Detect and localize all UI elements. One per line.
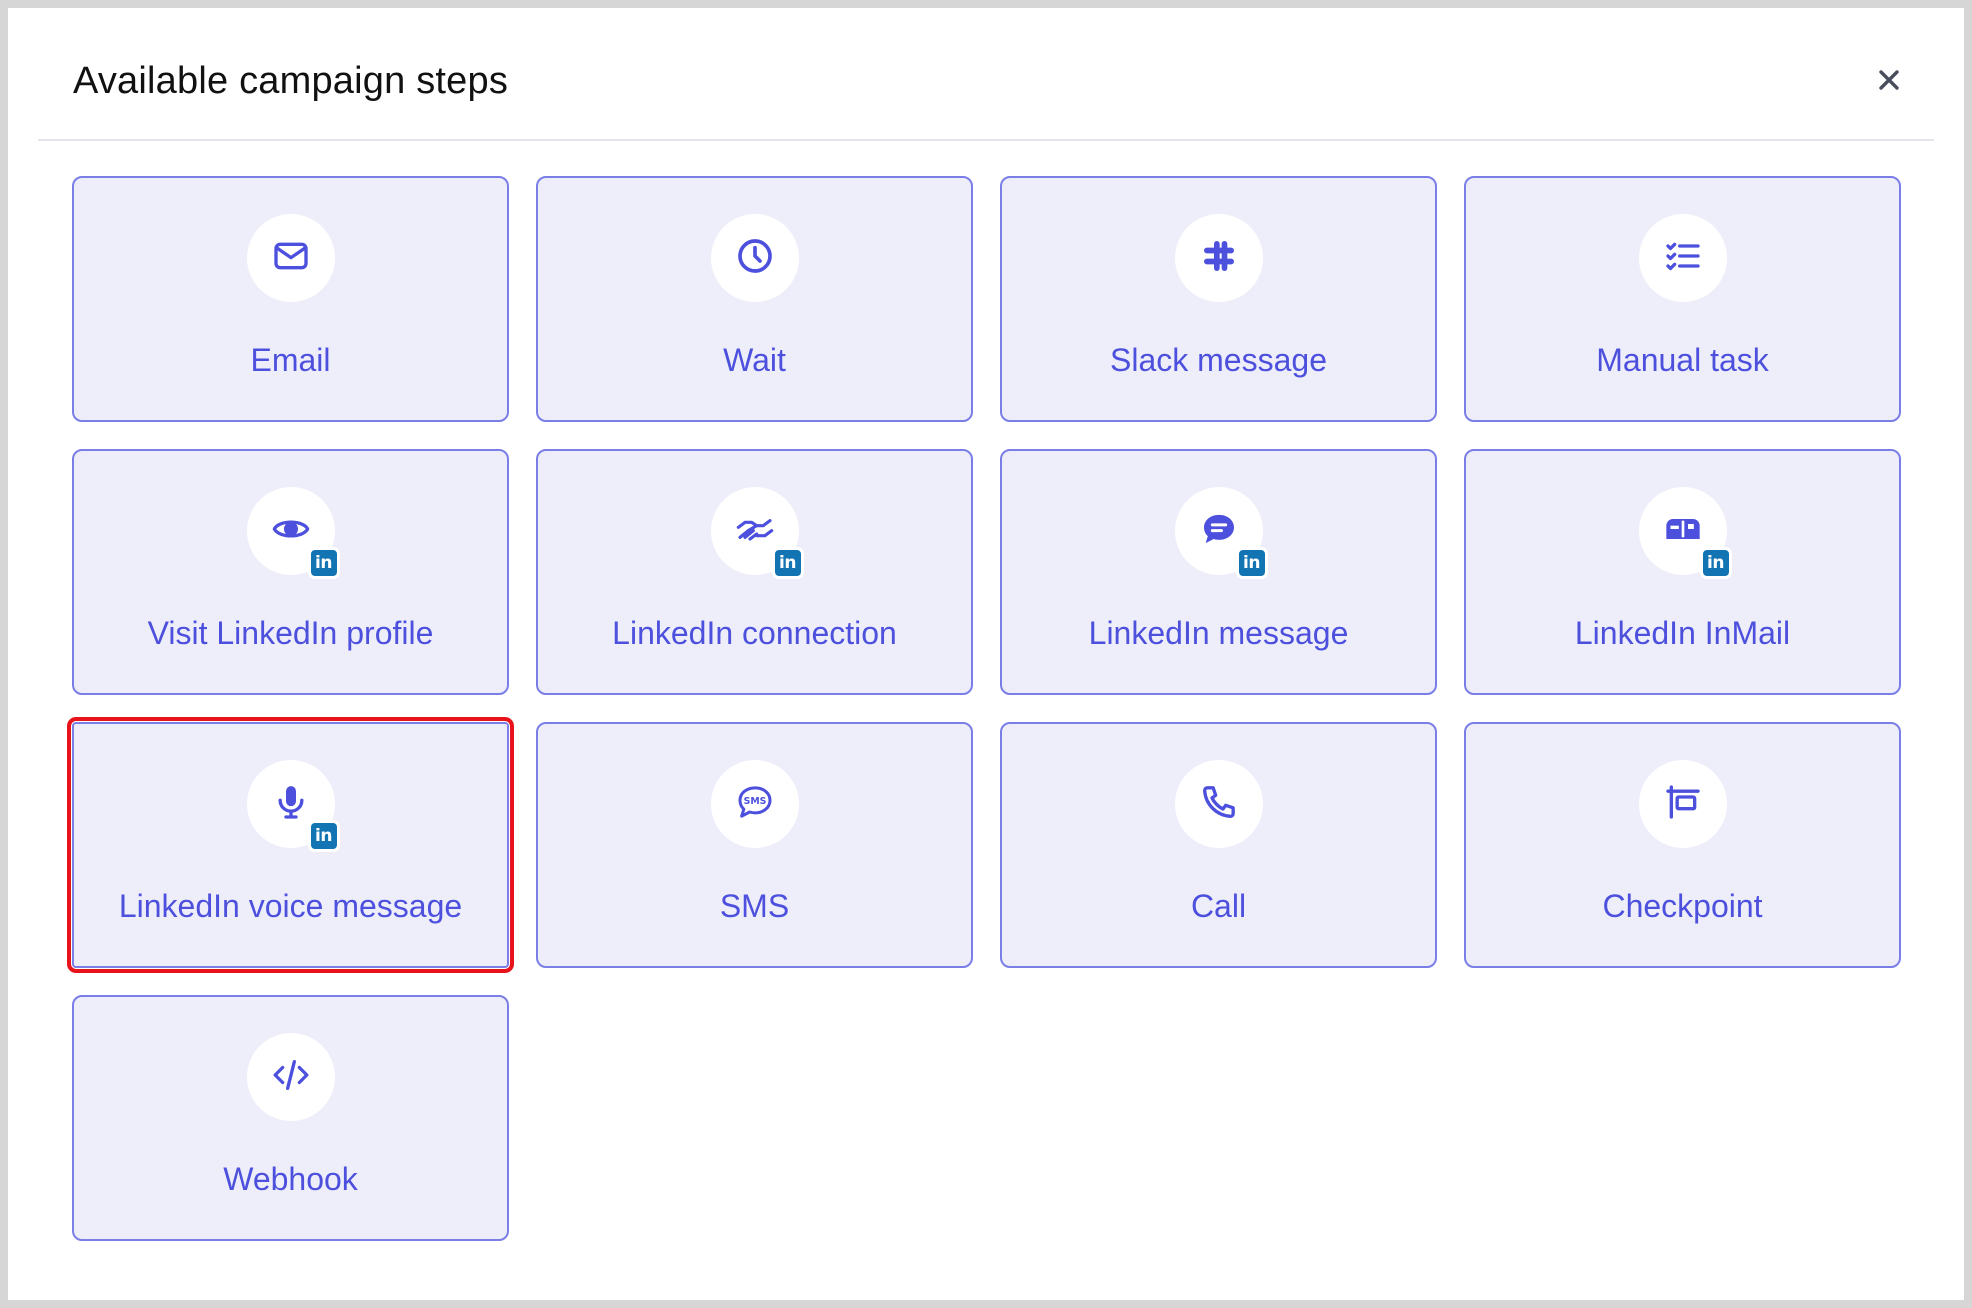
step-label: Slack message xyxy=(1110,342,1327,378)
step-card-slack-message[interactable]: Slack message xyxy=(1000,176,1437,422)
step-label: Manual task xyxy=(1596,342,1769,378)
step-label: Checkpoint xyxy=(1602,888,1763,924)
step-card-webhook[interactable]: Webhook xyxy=(72,995,509,1241)
header-divider xyxy=(38,139,1934,141)
step-label: Webhook xyxy=(223,1161,358,1197)
step-card-manual-task[interactable]: Manual task xyxy=(1464,176,1901,422)
step-label: LinkedIn connection xyxy=(612,615,897,651)
icon-container xyxy=(246,214,335,302)
slack-icon xyxy=(1199,236,1239,281)
step-label: LinkedIn message xyxy=(1088,615,1349,651)
step-card-sms[interactable]: SMS SMS xyxy=(536,722,973,968)
eye-icon xyxy=(271,509,311,554)
step-card-linkedin-inmail[interactable]: in LinkedIn InMail xyxy=(1464,449,1901,695)
modal-title: Available campaign steps xyxy=(73,60,509,102)
close-icon xyxy=(1878,69,1900,94)
step-label: LinkedIn voice message xyxy=(118,888,463,924)
icon-container: in xyxy=(246,760,340,852)
chat-bubble-icon xyxy=(1199,509,1239,554)
step-label: LinkedIn InMail xyxy=(1574,615,1791,651)
icon-container xyxy=(1638,214,1727,302)
phone-icon xyxy=(1199,782,1239,827)
step-label: SMS xyxy=(719,888,790,924)
icon-container: in xyxy=(1638,487,1732,579)
step-card-linkedin-voice-message[interactable]: in LinkedIn voice message xyxy=(67,717,514,973)
linkedin-icon: in xyxy=(307,547,340,579)
step-label: Call xyxy=(1190,888,1247,924)
code-icon xyxy=(271,1055,311,1100)
svg-text:SMS: SMS xyxy=(743,796,766,807)
mailbox-icon xyxy=(1663,509,1703,554)
sms-bubble-icon: SMS xyxy=(735,782,775,827)
icon-container xyxy=(710,214,799,302)
envelope-icon xyxy=(271,236,311,281)
step-label: Visit LinkedIn profile xyxy=(147,615,434,651)
linkedin-icon: in xyxy=(1699,547,1732,579)
icon-container xyxy=(1174,214,1263,302)
step-card-email[interactable]: Email xyxy=(72,176,509,422)
step-label: Wait xyxy=(723,342,786,378)
steps-grid: Email Wait Slack message Manual task in … xyxy=(67,176,1910,1241)
modal-header: Available campaign steps xyxy=(8,8,1964,139)
checklist-icon xyxy=(1663,236,1703,281)
step-card-visit-linkedin-profile[interactable]: in Visit LinkedIn profile xyxy=(72,449,509,695)
icon-container xyxy=(1638,760,1727,848)
icon-container xyxy=(1174,760,1263,848)
close-button[interactable] xyxy=(1864,56,1914,106)
linkedin-icon: in xyxy=(771,547,804,579)
step-card-wait[interactable]: Wait xyxy=(536,176,973,422)
step-card-linkedin-message[interactable]: in LinkedIn message xyxy=(1000,449,1437,695)
campaign-steps-modal: Available campaign steps Email Wait Slac… xyxy=(8,8,1964,1300)
icon-container: in xyxy=(710,487,804,579)
linkedin-icon: in xyxy=(307,820,340,852)
icon-container xyxy=(246,1033,335,1121)
step-label: Email xyxy=(250,342,331,378)
step-card-linkedin-connection[interactable]: in LinkedIn connection xyxy=(536,449,973,695)
linkedin-icon: in xyxy=(1235,547,1268,579)
icon-container: in xyxy=(1174,487,1268,579)
checkpoint-sign-icon xyxy=(1663,782,1703,827)
handshake-icon xyxy=(735,509,775,554)
icon-container: SMS xyxy=(710,760,799,848)
clock-icon xyxy=(735,236,775,281)
microphone-icon xyxy=(271,782,311,827)
step-card-checkpoint[interactable]: Checkpoint xyxy=(1464,722,1901,968)
step-card-call[interactable]: Call xyxy=(1000,722,1437,968)
icon-container: in xyxy=(246,487,340,579)
